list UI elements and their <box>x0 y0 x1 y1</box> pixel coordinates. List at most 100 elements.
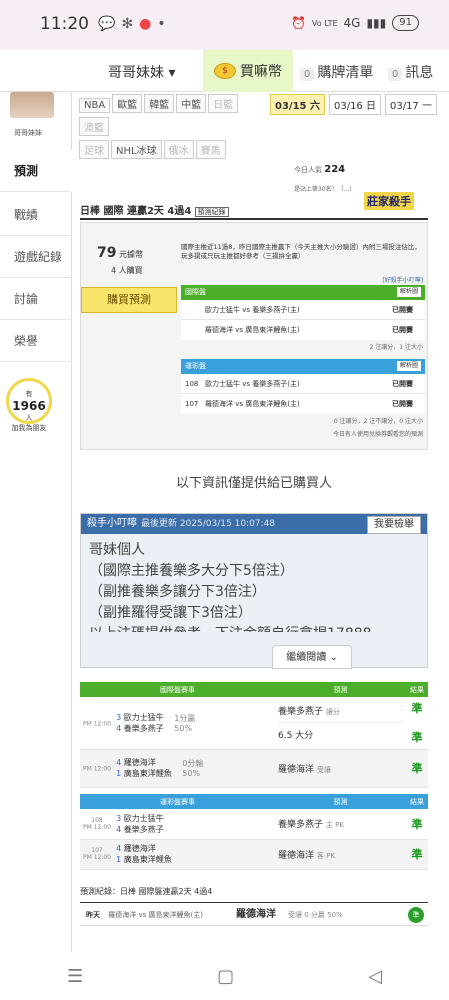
table-row: 108 PM 12:00 3 歐力士猛牛 4 養樂多燕子 養樂多燕子 主 PK 準 <box>80 809 428 839</box>
sidebar-item-record[interactable]: 戰績 <box>0 194 72 236</box>
team-a: 羅德海洋 <box>123 844 156 853</box>
game-num: 107 <box>185 400 199 408</box>
popularity-label: 今日人氣 <box>294 166 322 174</box>
team-no: 4 <box>116 824 122 834</box>
team-b: 養樂多燕子 <box>123 824 164 834</box>
result: 已開賽 <box>392 326 413 334</box>
pick: 養樂多燕子 <box>278 707 324 718</box>
sidebar-item-game-log[interactable]: 遊戲紀錄 <box>0 236 72 278</box>
top-nav: 哥哥妹妹 ▾ $ 買嘛幣 0 購牌清單 0 訊息 <box>0 50 449 92</box>
team-no: 4 <box>116 758 122 767</box>
tag-horse[interactable]: 賽馬 <box>195 140 226 159</box>
prediction-card: 79 元據幣 4 人購買 購買預測 國際主推近11過8，昨日國際主推贏下（今天主… <box>80 222 428 450</box>
sport-hint[interactable]: 解析圖 <box>396 361 421 371</box>
col-pick: 預測 <box>275 682 406 697</box>
date-0[interactable]: 03/15 六 <box>270 94 325 115</box>
team-b: 廣島東洋鯉魚 <box>123 855 172 864</box>
record-badge[interactable]: 預測紀錄 <box>194 207 229 217</box>
tag-nba[interactable]: NBA <box>79 98 111 113</box>
battery-icon: 91 <box>392 15 419 31</box>
pick: 羅德海洋 <box>278 850 315 861</box>
record-result: 準 <box>408 907 424 923</box>
counts-1: 2 注讓分，1 注大小 <box>369 344 423 351</box>
team-no: 3 <box>116 813 122 823</box>
intl-mini-row-1: 羅德海洋 vs 廣島東洋鯉魚(主) 已開賽 <box>181 320 425 340</box>
date-1[interactable]: 03/16 日 <box>328 94 381 115</box>
home-icon[interactable]: ▢ <box>217 966 234 987</box>
sidebar-item-discuss[interactable]: 討論 <box>0 278 72 320</box>
tag-japan[interactable]: 日籃 <box>208 94 239 113</box>
date-2[interactable]: 03/17 一 <box>384 94 437 115</box>
bulletin-title: 殺手小叮嚀 <box>87 518 137 529</box>
team-no: 4 <box>116 723 122 733</box>
system-nav-bar: ☰ ▢ ◁ <box>0 952 449 1000</box>
game-time: PM 12:00 <box>83 765 111 773</box>
rank-text: 是站上第30名！（...） <box>294 186 356 193</box>
tip-link[interactable]: [好殺手小叮嚀] <box>382 275 423 284</box>
cart-link[interactable]: 0 購牌清單 <box>300 62 373 82</box>
tag-soccer[interactable]: 足球 <box>79 140 109 159</box>
menu-icon[interactable]: ☰ <box>67 966 83 987</box>
team-no: 1 <box>116 855 122 864</box>
result: 已開賽 <box>392 400 413 408</box>
game-num: 108 <box>185 380 199 388</box>
col-result: 結果 <box>406 682 428 697</box>
intl-mini-row-0: 歐力士猛牛 vs 養樂多燕子(主) 已開賽 <box>181 300 425 320</box>
signal-bars-icon: ▮▮▮ <box>366 16 387 30</box>
buy-prediction-button[interactable]: 購買預測 <box>81 287 177 313</box>
system-icons: ⏰ Vo LTE 4G ▮▮▮ 91 <box>291 15 419 31</box>
sport-head: 運彩盤 <box>185 362 206 370</box>
popularity-value: 224 <box>324 164 346 175</box>
buy-prediction-label: 購買預測 <box>107 293 151 306</box>
report-button[interactable]: 我要檢舉 <box>367 516 421 534</box>
intl-table: 國際盤賽事 預測 結果 PM 12:00 3 歐力士猛牛 4 養樂多燕子 1分贏 50%… <box>80 682 428 788</box>
friend-count: 1966 <box>12 399 46 413</box>
tag-korea[interactable]: 韓籃 <box>144 94 175 113</box>
sport-mini-row-1: 107 羅德海洋 vs 廣島東洋鯉魚(主) 已開賽 <box>181 394 425 414</box>
tag-nhl[interactable]: NHL冰球 <box>111 140 162 159</box>
team-a: 歐力士猛牛 <box>123 712 164 722</box>
signal-icon: 4G <box>343 16 361 30</box>
message-link[interactable]: 0 訊息 <box>388 62 433 82</box>
fan-icon: ✻ <box>121 16 134 32</box>
pred-title: 日棒 國際 連贏2天 4過4 <box>80 206 192 217</box>
bulletin-line: 以上注碼提供參考，下注金額自行拿捏17888 <box>89 624 419 632</box>
buyer-notice: 以下資訊僅提供給已購買人 <box>175 476 332 491</box>
price: 79 元據幣 <box>97 245 143 261</box>
sidebar-item-predict[interactable]: 預測 <box>0 150 72 192</box>
sidebar-item-honor[interactable]: 榮譽 <box>0 320 72 362</box>
user-menu[interactable]: 哥哥妹妹 ▾ <box>108 62 175 82</box>
read-more-button[interactable]: 繼續閱讀 ⌄ <box>272 645 352 669</box>
tag-euro[interactable]: 歐籃 <box>112 94 143 113</box>
tag-khl[interactable]: 俄冰 <box>163 140 194 159</box>
tag-aus[interactable]: 澳籃 <box>79 117 109 136</box>
pct: 50% <box>182 769 201 778</box>
result-2: 準 <box>411 731 423 745</box>
intl-hint[interactable]: 解析圖 <box>396 287 421 297</box>
notification-icons: 💬 ✻ ● • <box>98 16 166 32</box>
bulletin-line: （國際主推養樂多大分下5倍注） <box>89 563 294 579</box>
pred-note: 國際主推近11過8，昨日國際主推贏下（今天主推大小分驗證）內附三場投注佔比，玩多… <box>181 243 421 260</box>
teams: 羅德海洋 vs 廣島東洋鯉魚(主) <box>205 400 300 408</box>
message-label: 訊息 <box>405 65 434 81</box>
result: 已開賽 <box>392 380 413 388</box>
col-result: 結果 <box>406 794 428 809</box>
game-time: PM 12:00 <box>83 854 111 861</box>
coin-icon: $ <box>214 63 236 79</box>
count-pre: 有 <box>25 390 33 398</box>
friend-count-badge[interactable]: 有1966人 加我為朋友 <box>6 378 52 432</box>
counts-2: 0 注讓分，2 注不讓分，0 注大小 <box>333 418 423 425</box>
back-icon[interactable]: ◁ <box>368 966 382 987</box>
record-pick: 羅德海洋 <box>236 909 276 920</box>
team-no: 3 <box>116 712 122 722</box>
sport-mini-row-0: 108 歐力士猛牛 vs 養樂多燕子(主) 已開賽 <box>181 374 425 394</box>
buy-coin-button[interactable]: $ 買嘛幣 <box>203 50 293 92</box>
popularity: 今日人氣 224 <box>294 164 345 175</box>
teams: 羅德海洋 vs 廣島東洋鯉魚(主) <box>205 326 300 334</box>
intl-head: 國際盤 <box>185 288 206 296</box>
count-post: 人 <box>25 414 33 422</box>
result: 已開賽 <box>392 306 413 314</box>
avatar[interactable] <box>10 92 54 118</box>
team-no: 4 <box>116 844 122 853</box>
tag-china[interactable]: 中籃 <box>176 94 207 113</box>
